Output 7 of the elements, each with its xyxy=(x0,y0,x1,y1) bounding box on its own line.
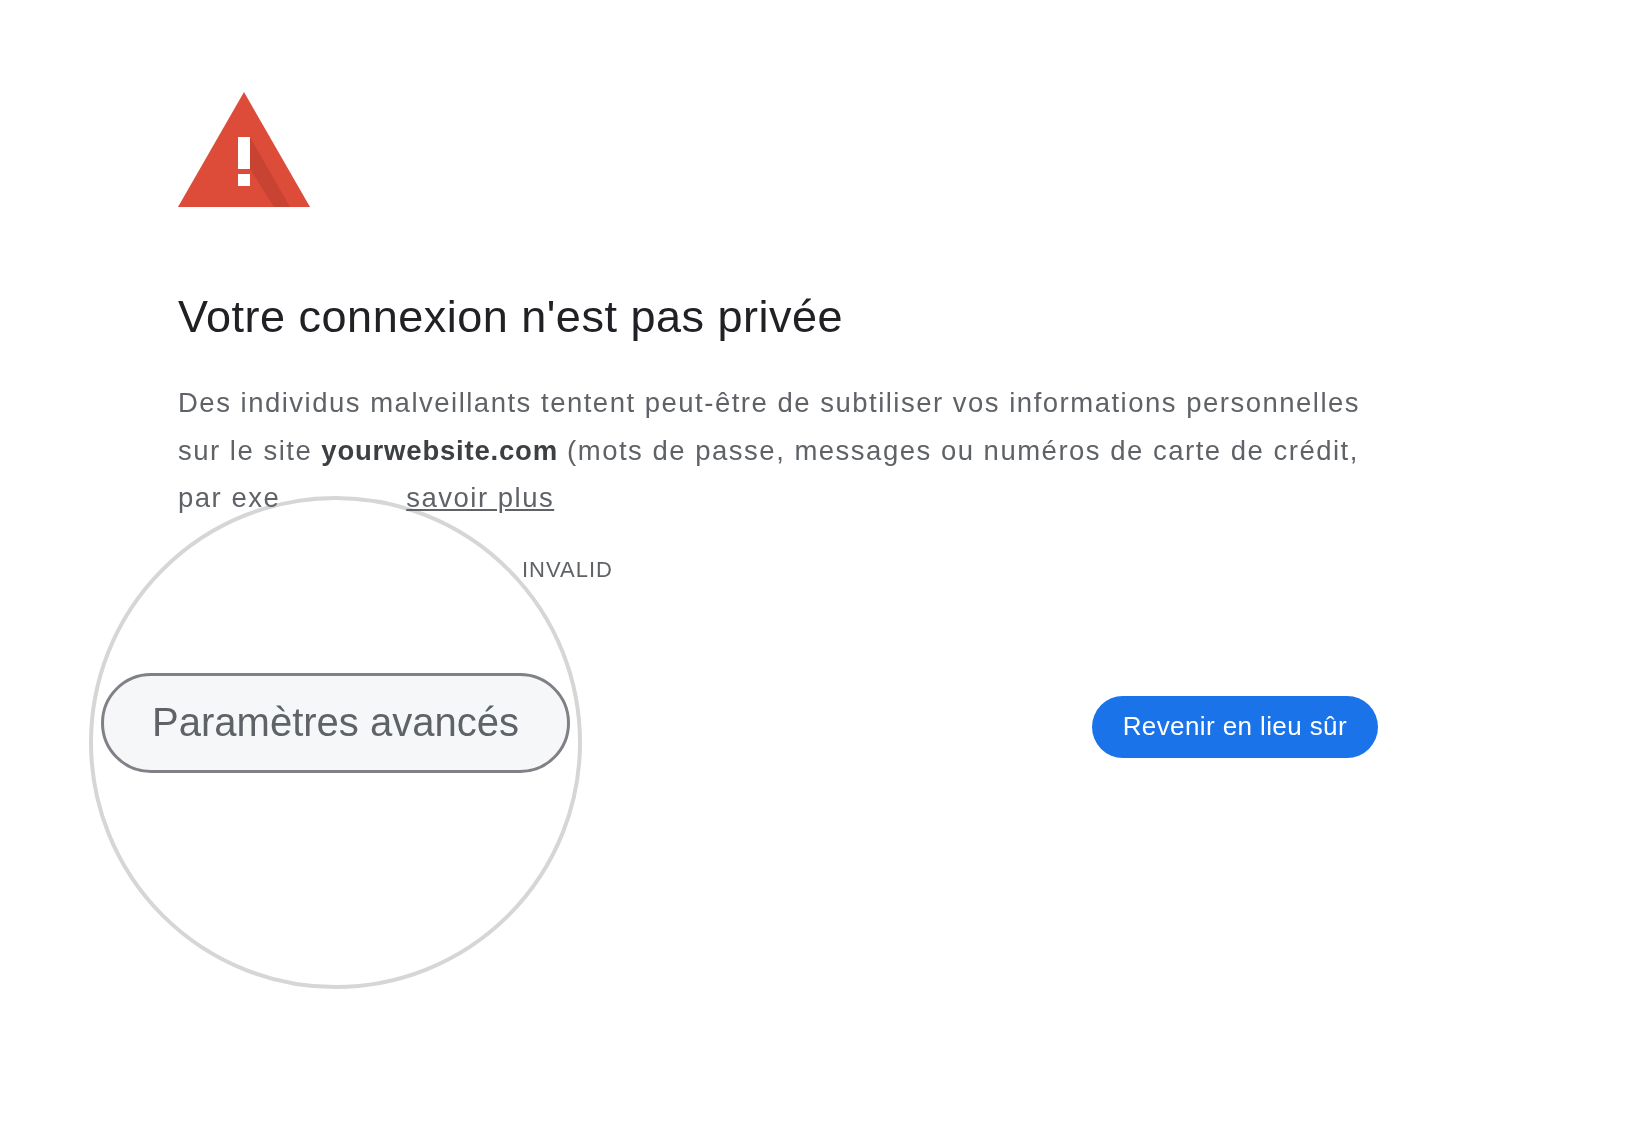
back-to-safety-button[interactable]: Revenir en lieu sûr xyxy=(1091,695,1378,758)
error-code: INVALID xyxy=(522,555,613,584)
advanced-settings-button[interactable]: Paramètres avancés xyxy=(101,672,570,773)
learn-more-link[interactable]: savoir plus xyxy=(406,482,555,513)
warning-icon xyxy=(178,92,310,207)
page-title: Votre connexion n'est pas privée xyxy=(178,290,843,344)
warning-message: Des individus malveillants tentent peut-être de subtiliser vos informations personnelles sur le site yourwebsite.com (mots de passe, messages ou numéros de carte de crédit, par exe savoir plus xyxy=(178,386,1361,515)
